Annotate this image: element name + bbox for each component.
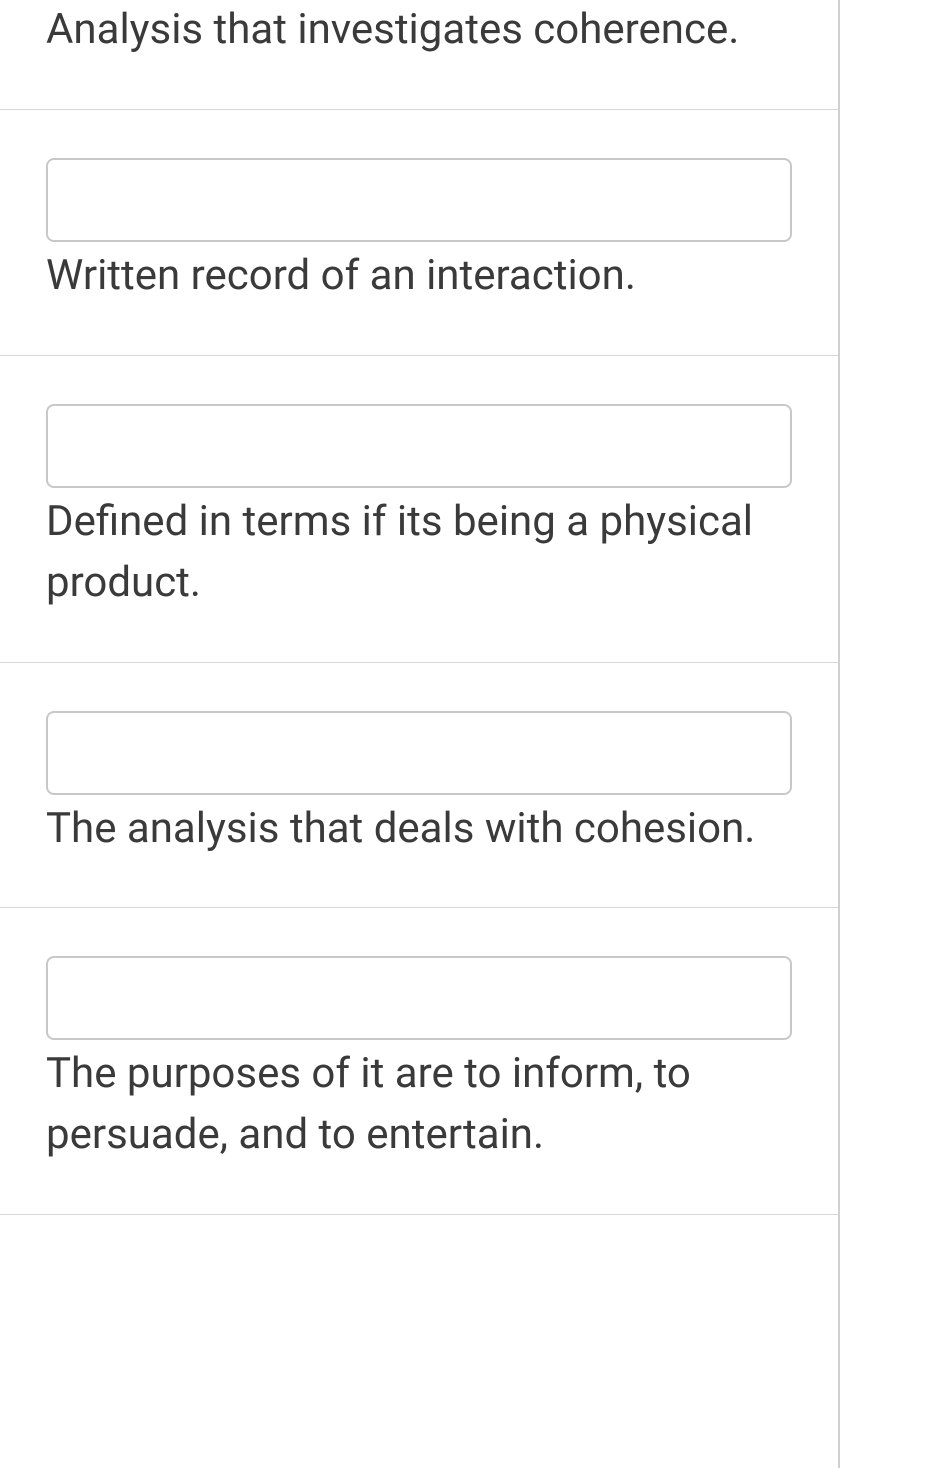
quiz-item: Defined in terms if its being a physical…: [0, 356, 838, 663]
clue-text: Defined in terms if its being a physical…: [46, 492, 792, 614]
answer-input[interactable]: [46, 711, 792, 795]
quiz-item: The analysis that deals with cohesion.: [0, 663, 838, 909]
clue-text: The analysis that deals with cohesion.: [46, 799, 792, 860]
quiz-item: Analysis that investigates coherence.: [0, 0, 838, 110]
quiz-item: The purposes of it are to inform, to per…: [0, 908, 838, 1215]
quiz-item: Written record of an interaction.: [0, 110, 838, 356]
answer-input[interactable]: [46, 158, 792, 242]
clue-text: Analysis that investigates coherence.: [46, 0, 792, 61]
clue-text: Written record of an interaction.: [46, 246, 792, 307]
clue-text: The purposes of it are to inform, to per…: [46, 1044, 792, 1166]
answer-input[interactable]: [46, 404, 792, 488]
quiz-list: Analysis that investigates coherence. Wr…: [0, 0, 840, 1468]
answer-input[interactable]: [46, 956, 792, 1040]
